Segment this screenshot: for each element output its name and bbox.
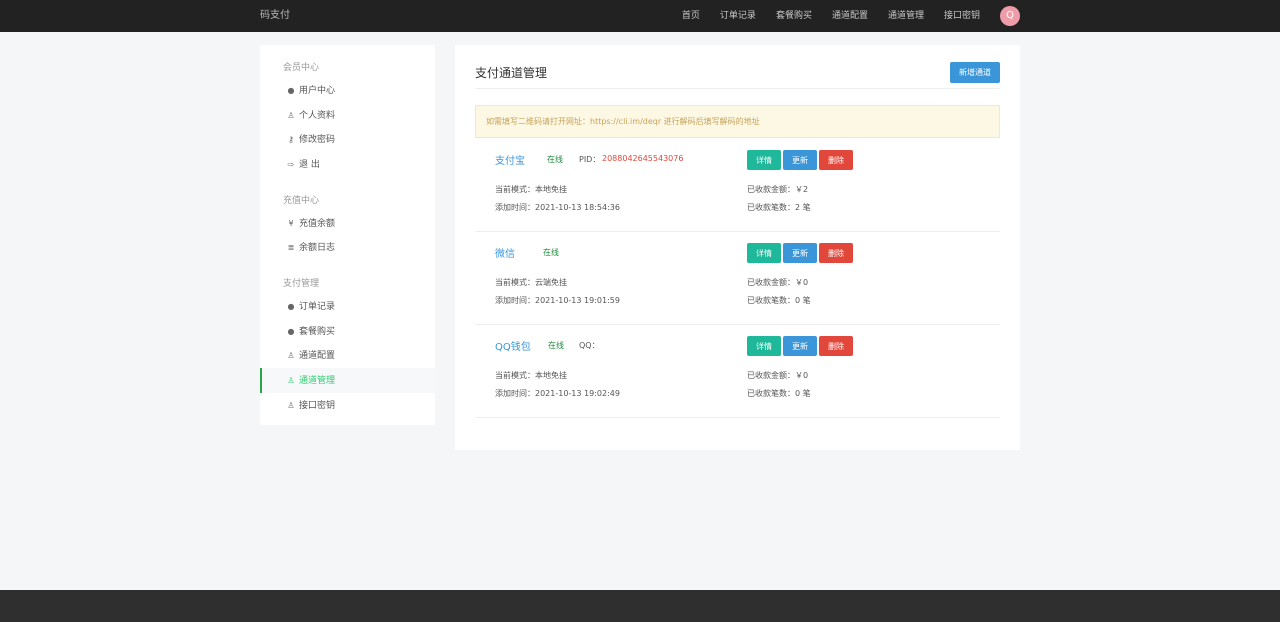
sidebar-item-label: 接口密钥 xyxy=(299,401,336,411)
channel-status: 在线 xyxy=(547,155,563,164)
sidebar-group-member: 会员中心 xyxy=(283,63,320,73)
channel-row-alipay: 支付宝 在线 PID： 2088042645543076 详情 更新 删除 当前… xyxy=(475,140,1000,232)
sidebar-item-profile[interactable]: ♙ 个人资料 xyxy=(260,103,435,128)
sidebar-group-recharge: 充值中心 xyxy=(283,196,320,206)
user-circle-icon: ● xyxy=(287,302,295,311)
sidebar-item-label: 退 出 xyxy=(299,160,320,170)
nav-home[interactable]: 首页 xyxy=(682,0,700,32)
sidebar-item-label: 充值余额 xyxy=(299,219,336,229)
sidebar-item-packages[interactable]: ● 套餐购买 xyxy=(260,319,435,344)
update-button[interactable]: 更新 xyxy=(783,243,817,263)
channel-received-count: 已收款笔数：0 笔 xyxy=(747,389,811,398)
title-divider xyxy=(475,88,1000,89)
sidebar-item-label: 订单记录 xyxy=(299,302,336,312)
footer xyxy=(0,590,1280,622)
nav-api-key[interactable]: 接口密钥 xyxy=(944,0,980,32)
user-icon: ♙ xyxy=(287,351,295,360)
channel-status: 在线 xyxy=(548,341,564,350)
user-circle-icon: ● xyxy=(287,327,295,336)
detail-button[interactable]: 详情 xyxy=(747,243,781,263)
brand-logo[interactable]: 码支付 xyxy=(260,0,290,32)
main-nav: 首页 订单记录 套餐购买 通道配置 通道管理 接口密钥 xyxy=(662,0,980,32)
sidebar-item-label: 个人资料 xyxy=(299,111,336,121)
channel-received-amount: 已收款金额：￥0 xyxy=(747,278,809,287)
sidebar-item-balance-log[interactable]: ≣ 余额日志 xyxy=(260,235,435,260)
channel-received-count: 已收款笔数：0 笔 xyxy=(747,296,811,305)
channel-added-time: 添加时间：2021-10-13 19:01:59 xyxy=(495,296,620,305)
channel-added-time: 添加时间：2021-10-13 19:02:49 xyxy=(495,389,620,398)
add-channel-button[interactable]: 新增通道 xyxy=(950,62,1000,83)
update-button[interactable]: 更新 xyxy=(783,336,817,356)
avatar[interactable]: Q xyxy=(1000,6,1020,26)
page-title: 支付通道管理 xyxy=(475,66,548,80)
nav-orders[interactable]: 订单记录 xyxy=(720,0,756,32)
channel-row-qqwallet: QQ钱包 在线 QQ： 详情 更新 删除 当前模式：本地免挂 添加时间：2021… xyxy=(475,326,1000,418)
sidebar-item-label: 套餐购买 xyxy=(299,327,336,337)
logout-icon: ⇨ xyxy=(287,160,295,169)
user-icon: ♙ xyxy=(287,111,295,120)
channel-received-amount: 已收款金额：￥0 xyxy=(747,371,809,380)
channel-added-time: 添加时间：2021-10-13 18:54:36 xyxy=(495,203,620,212)
channel-status: 在线 xyxy=(543,248,559,257)
qr-notice-banner: 如需填写二维码请打开网址：https://cli.im/deqr 进行解码后填写… xyxy=(475,105,1000,138)
sidebar-item-label: 修改密码 xyxy=(299,135,336,145)
delete-button[interactable]: 删除 xyxy=(819,243,853,263)
nav-packages[interactable]: 套餐购买 xyxy=(776,0,812,32)
sidebar-item-label: 通道管理 xyxy=(299,376,336,386)
nav-channel-config[interactable]: 通道配置 xyxy=(832,0,868,32)
sidebar: 会员中心 ● 用户中心 ♙ 个人资料 ⚷ 修改密码 ⇨ 退 出 充值中心 ¥ 充值余额 ≣… xyxy=(260,45,435,425)
delete-button[interactable]: 删除 xyxy=(819,336,853,356)
channel-received-amount: 已收款金额：￥2 xyxy=(747,185,809,194)
channel-received-count: 已收款笔数：2 笔 xyxy=(747,203,811,212)
channel-row-wechat: 微信 在线 详情 更新 删除 当前模式：云端免挂 添加时间：2021-10-13… xyxy=(475,233,1000,325)
yen-icon: ¥ xyxy=(288,219,294,228)
sidebar-item-channel-config[interactable]: ♙ 通道配置 xyxy=(260,343,435,368)
detail-button[interactable]: 详情 xyxy=(747,336,781,356)
channel-name[interactable]: 支付宝 xyxy=(495,152,525,167)
channel-id-value: 2088042645543076 xyxy=(602,154,684,163)
delete-button[interactable]: 删除 xyxy=(819,150,853,170)
update-button[interactable]: 更新 xyxy=(783,150,817,170)
list-icon: ≣ xyxy=(287,243,295,252)
channel-id-label: QQ： xyxy=(579,341,600,350)
sidebar-item-orders[interactable]: ● 订单记录 xyxy=(260,294,435,319)
channel-management-panel: 支付通道管理 新增通道 如需填写二维码请打开网址：https://cli.im/… xyxy=(455,45,1020,450)
detail-button[interactable]: 详情 xyxy=(747,150,781,170)
sidebar-item-label: 通道配置 xyxy=(299,351,336,361)
channel-mode: 当前模式：云端免挂 xyxy=(495,278,567,287)
sidebar-item-change-password[interactable]: ⚷ 修改密码 xyxy=(260,127,435,152)
sidebar-item-label: 用户中心 xyxy=(299,86,336,96)
sidebar-group-payment: 支付管理 xyxy=(283,279,320,289)
sidebar-item-channel-manage[interactable]: ♙ 通道管理 xyxy=(260,368,435,393)
channel-id-label: PID： xyxy=(579,155,601,164)
channel-name[interactable]: QQ钱包 xyxy=(495,338,531,353)
key-icon: ⚷ xyxy=(288,135,294,144)
sidebar-item-api-key[interactable]: ♙ 接口密钥 xyxy=(260,393,435,418)
user-circle-icon: ● xyxy=(287,86,295,95)
channel-mode: 当前模式：本地免挂 xyxy=(495,371,567,380)
sidebar-item-logout[interactable]: ⇨ 退 出 xyxy=(260,152,435,177)
sidebar-item-label: 余额日志 xyxy=(299,243,336,253)
sidebar-item-user-center[interactable]: ● 用户中心 xyxy=(260,78,435,103)
channel-mode: 当前模式：本地免挂 xyxy=(495,185,567,194)
sidebar-item-recharge[interactable]: ¥ 充值余额 xyxy=(260,211,435,236)
channel-name[interactable]: 微信 xyxy=(495,245,515,260)
user-icon: ♙ xyxy=(287,401,295,410)
top-navbar: 码支付 首页 订单记录 套餐购买 通道配置 通道管理 接口密钥 Q xyxy=(0,0,1280,32)
user-icon: ♙ xyxy=(287,376,295,385)
nav-channel-manage[interactable]: 通道管理 xyxy=(888,0,924,32)
